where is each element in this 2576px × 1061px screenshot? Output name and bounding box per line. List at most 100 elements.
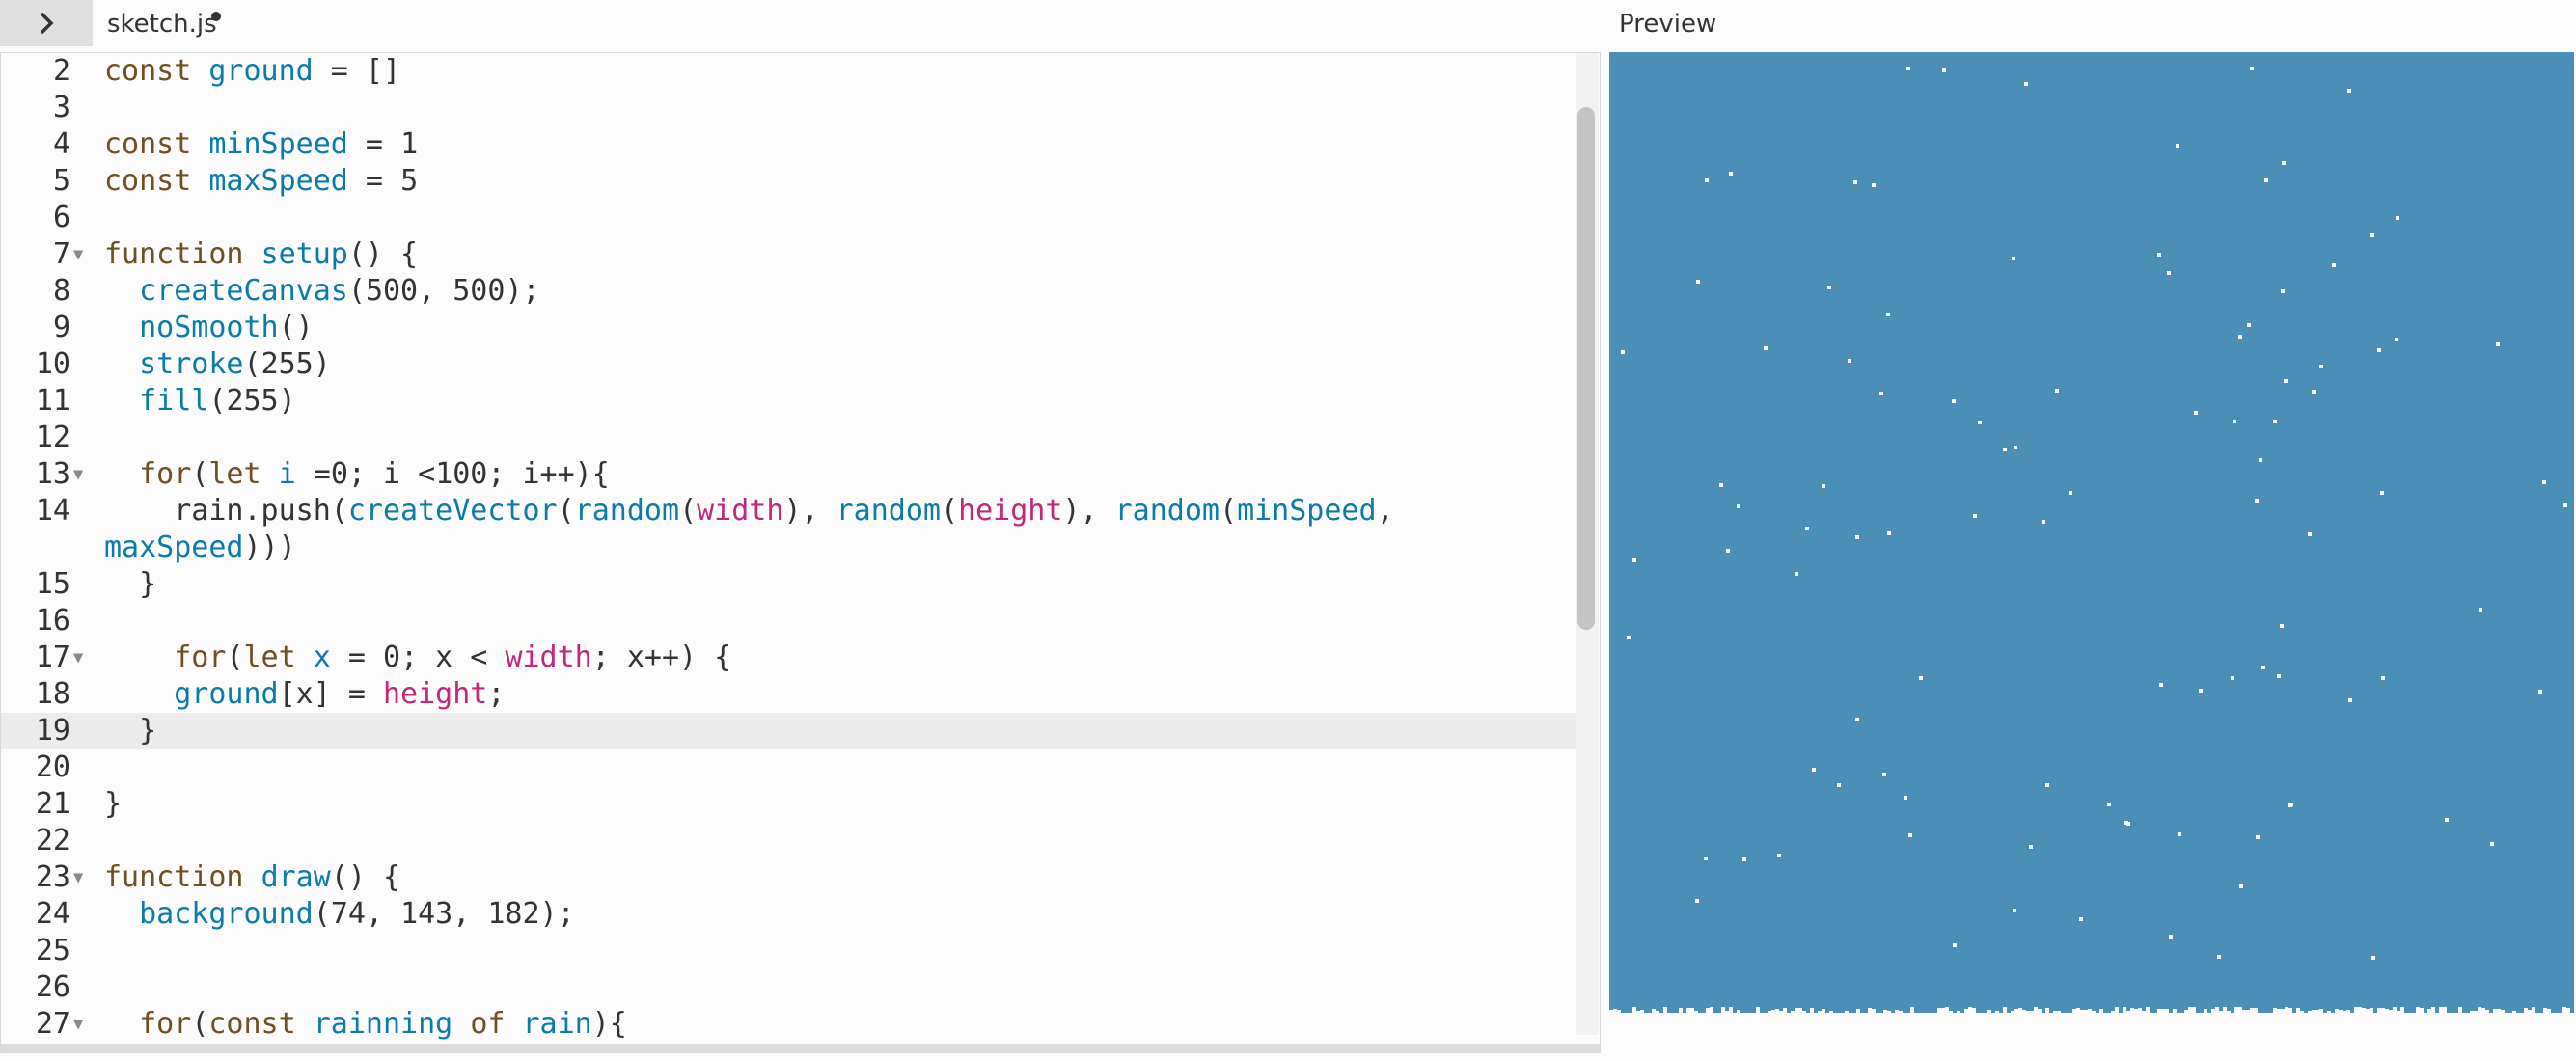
code-line[interactable]: 19 } — [1, 713, 1576, 749]
line-number: 21 — [35, 787, 70, 821]
code-line[interactable]: 17 ▼ for(let x = 0; x < width; x++) { — [1, 639, 1576, 676]
ground-speck — [2389, 1010, 2393, 1013]
code-line[interactable]: 3 — [1, 90, 1576, 126]
rain-particle — [1737, 504, 1740, 508]
ground-speck — [2142, 1011, 2146, 1013]
ground-speck — [2478, 1007, 2481, 1013]
code-text: background(74, 143, 182); — [104, 896, 575, 933]
fold-arrow-icon[interactable]: ▼ — [73, 456, 83, 493]
code-line[interactable]: 23 ▼ function draw() { — [1, 859, 1576, 896]
code-editor[interactable]: 2 const ground = [] 3 4 const minSpeed = 15c… — [0, 52, 1601, 1053]
rain-particle — [1887, 531, 1891, 535]
code-line[interactable]: 7 ▼ function setup() { — [1, 236, 1576, 273]
code-line[interactable]: 24 background(74, 143, 182); — [1, 896, 1576, 933]
rain-particle — [1764, 346, 1768, 350]
code-line[interactable]: 8 createCanvas(500, 500); — [1, 273, 1576, 310]
ground-speck — [1737, 1010, 1740, 1013]
rain-particle — [2012, 257, 2015, 260]
ground-speck — [1686, 1008, 1690, 1013]
code-token: let — [208, 457, 279, 491]
ground-speck — [2022, 1010, 2026, 1013]
code-line[interactable]: 9 noSmooth() — [1, 310, 1576, 346]
code-line[interactable]: 20 — [1, 749, 1576, 786]
code-line[interactable]: 15 } — [1, 566, 1576, 603]
code-line[interactable]: 4 const minSpeed = 1 — [1, 126, 1576, 163]
code-line[interactable]: 12 — [1, 420, 1576, 456]
fold-arrow-icon[interactable]: ▼ — [73, 1006, 83, 1043]
code-token: } — [104, 567, 157, 601]
ground-speck — [2157, 1009, 2161, 1013]
rain-particle — [2069, 491, 2072, 495]
ground-speck — [2223, 1007, 2227, 1013]
ground-speck — [1729, 1007, 1733, 1013]
code-text: rain.push(createVector(random(width), ra… — [104, 493, 1394, 566]
rain-particle — [1705, 178, 1709, 182]
code-line[interactable]: 25 — [1, 933, 1576, 969]
rain-particle — [1777, 854, 1781, 857]
ground-speck — [1868, 1008, 1872, 1013]
ground-speck — [1810, 1008, 1814, 1013]
line-number: 9 — [52, 311, 70, 344]
file-tab-name[interactable]: sketch.js — [107, 10, 217, 39]
code-token: 5 — [400, 164, 419, 198]
code-token: ; i < — [347, 457, 436, 491]
code-line[interactable]: 18 ground[x] = height; — [1, 676, 1576, 713]
ground-speck — [1640, 1010, 1644, 1013]
ground-speck — [2547, 1009, 2551, 1013]
ground-speck — [1632, 1007, 1636, 1013]
ground-speck — [2512, 1011, 2516, 1013]
code-line[interactable]: 13 ▼ for(let i =0; i <100; i++){ — [1, 456, 1576, 493]
code-token: ground — [208, 54, 314, 88]
code-text: createCanvas(500, 500); — [104, 273, 539, 310]
code-token: 500 — [365, 274, 419, 308]
code-line[interactable]: 2 const ground = [] — [1, 53, 1576, 90]
code-line[interactable]: 10 stroke(255) — [1, 346, 1576, 383]
code-token: ground — [174, 677, 279, 711]
vertical-scrollbar-thumb[interactable] — [1577, 107, 1595, 630]
horizontal-scrollbar[interactable] — [1, 1044, 1600, 1052]
rain-particle — [1978, 421, 1982, 424]
ground-speck — [1663, 1007, 1667, 1013]
code-token: ( — [191, 1007, 209, 1041]
code-line[interactable]: 21} — [1, 786, 1576, 823]
code-line[interactable]: 22 — [1, 823, 1576, 859]
rain-particle — [2282, 161, 2286, 165]
rain-particle — [1795, 572, 1798, 576]
ground-speck — [2497, 1009, 2501, 1013]
ground-speck — [2524, 1008, 2528, 1013]
code-token: for — [139, 457, 192, 491]
ground-speck — [2250, 1008, 2254, 1013]
code-lines[interactable]: 2 const ground = [] 3 4 const minSpeed = 15c… — [1, 53, 1576, 1043]
ground-speck — [1945, 1007, 1949, 1013]
code-token: 1 — [400, 127, 419, 161]
ground-speck — [2362, 1008, 2366, 1013]
code-line[interactable]: 6 — [1, 200, 1576, 236]
toggle-sidebar-button[interactable] — [0, 0, 93, 46]
code-token: () — [278, 311, 314, 344]
code-line[interactable]: 26 — [1, 969, 1576, 1006]
rain-particle — [1627, 636, 1631, 639]
fold-arrow-icon[interactable]: ▼ — [73, 639, 83, 676]
fold-arrow-icon[interactable]: ▼ — [73, 859, 83, 896]
code-line[interactable]: 5 const maxSpeed = 5 — [1, 163, 1576, 200]
ground-speck — [1883, 1010, 1887, 1013]
code-token: 182 — [487, 897, 540, 931]
ground-speck — [2393, 1007, 2397, 1013]
code-token: noSmooth — [139, 311, 279, 344]
rain-particle — [1882, 773, 1886, 776]
rain-particle — [2194, 411, 2198, 415]
fold-arrow-icon[interactable]: ▼ — [73, 236, 83, 273]
code-line[interactable]: 11 fill(255) — [1, 383, 1576, 420]
rain-particle — [2380, 491, 2384, 495]
rain-particle — [1953, 943, 1957, 947]
code-line[interactable]: 27 ▼ for(const rainning of rain){ — [1, 1006, 1576, 1043]
code-line[interactable]: 14 rain.push(createVector(random(width),… — [1, 493, 1576, 566]
code-text: noSmooth() — [104, 310, 314, 346]
preview-canvas[interactable] — [1609, 52, 2574, 1017]
code-token: () { — [330, 860, 401, 894]
code-token: () { — [347, 237, 419, 271]
code-line[interactable]: 16 — [1, 603, 1576, 639]
rain-particle — [2312, 390, 2316, 394]
